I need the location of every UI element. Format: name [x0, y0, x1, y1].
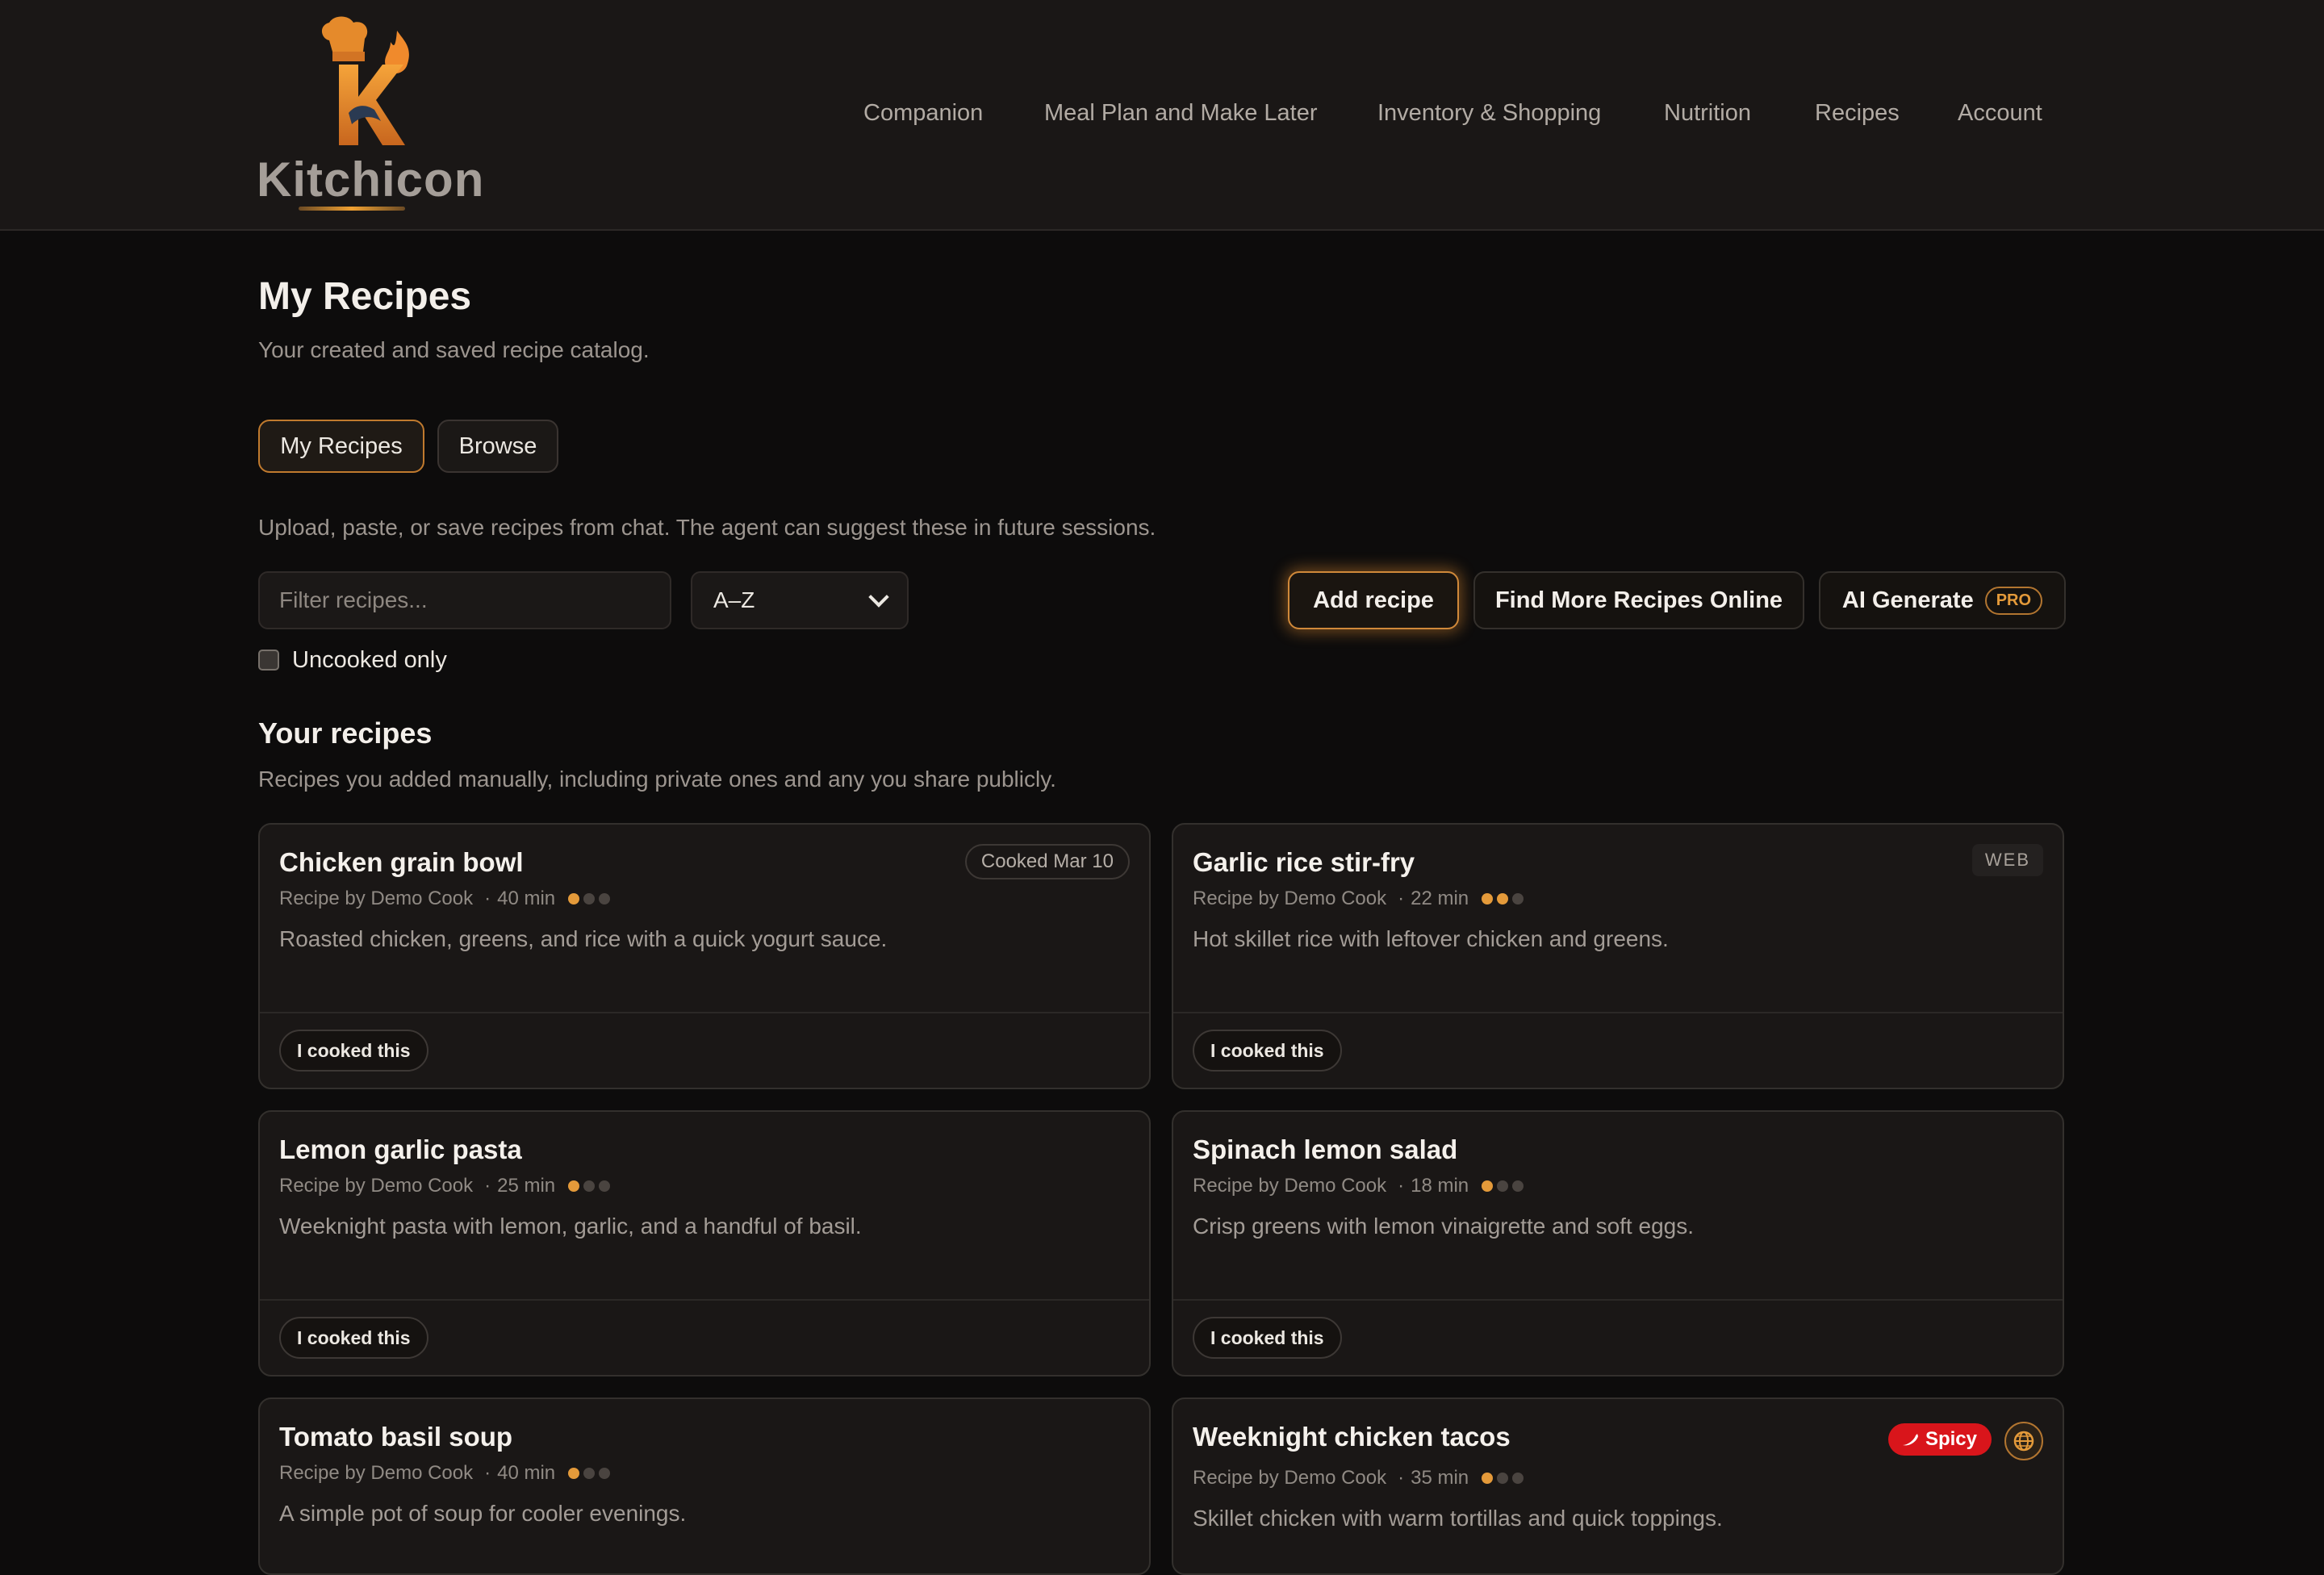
- top-header: Kitchicon Companion Meal Plan and Make L…: [0, 0, 2324, 231]
- recipe-card[interactable]: Chicken grain bowl Cooked Mar 10 Recipe …: [258, 823, 1151, 1089]
- i-cooked-this-button[interactable]: I cooked this: [1193, 1317, 1342, 1359]
- recipe-description: A simple pot of soup for cooler evenings…: [279, 1501, 687, 1526]
- card-divider: [260, 1299, 1149, 1301]
- i-cooked-this-button[interactable]: I cooked this: [1193, 1030, 1342, 1072]
- recipe-meta: Recipe by Demo Cook · 40 min: [279, 1462, 614, 1485]
- difficulty-indicator: [1482, 1473, 1528, 1484]
- spicy-badge-label: Spicy: [1925, 1428, 1977, 1450]
- recipe-time: 25 min: [497, 1175, 556, 1197]
- recipe-time: 40 min: [497, 888, 556, 909]
- web-source-badge: WEB: [1971, 844, 2043, 876]
- recipe-time: 40 min: [497, 1462, 556, 1484]
- i-cooked-this-button[interactable]: I cooked this: [279, 1317, 428, 1359]
- chili-pepper-icon: [1902, 1434, 1918, 1446]
- find-recipes-online-button[interactable]: Find More Recipes Online: [1473, 571, 1804, 629]
- recipe-card[interactable]: Spinach lemon salad Recipe by Demo Cook …: [1172, 1110, 2064, 1377]
- main-content: My Recipes Your created and saved recipe…: [258, 231, 2066, 1575]
- recipe-title: Lemon garlic pasta: [279, 1134, 522, 1164]
- tab-browse[interactable]: Browse: [437, 420, 558, 473]
- filter-recipes-input[interactable]: [258, 571, 671, 629]
- recipe-title: Tomato basil soup: [279, 1422, 513, 1452]
- sort-select[interactable]: A–Z: [691, 571, 909, 629]
- uncooked-only-checkbox[interactable]: [258, 650, 279, 671]
- recipe-author: Recipe by Demo Cook: [279, 1175, 474, 1197]
- difficulty-indicator: [1482, 1180, 1528, 1192]
- nav-companion[interactable]: Companion: [863, 100, 983, 127]
- uncooked-only-toggle[interactable]: Uncooked only: [258, 644, 447, 676]
- main-nav: Companion Meal Plan and Make Later Inven…: [0, 100, 2324, 132]
- recipe-title: Weeknight chicken tacos: [1193, 1422, 1511, 1452]
- difficulty-indicator: [1482, 893, 1528, 904]
- ai-generate-label: AI Generate: [1841, 587, 1974, 613]
- difficulty-indicator: [568, 1468, 614, 1479]
- page-title: My Recipes: [258, 275, 472, 318]
- recipe-title: Spinach lemon salad: [1193, 1134, 1458, 1164]
- card-divider: [260, 1012, 1149, 1013]
- recipe-time: 35 min: [1411, 1467, 1469, 1489]
- nav-nutrition[interactable]: Nutrition: [1664, 100, 1751, 127]
- upload-hint: Upload, paste, or save recipes from chat…: [258, 515, 1156, 540]
- recipe-card[interactable]: Tomato basil soup Recipe by Demo Cook · …: [258, 1397, 1151, 1575]
- recipe-description: Hot skillet rice with leftover chicken a…: [1193, 926, 1669, 951]
- brand-name: Kitchicon: [257, 152, 485, 207]
- world-cuisine-badge: [2004, 1422, 2043, 1460]
- recipe-meta: Recipe by Demo Cook · 35 min: [1193, 1467, 1528, 1489]
- brand-underline: [299, 207, 405, 211]
- recipe-time: 22 min: [1411, 888, 1469, 909]
- recipe-description: Roasted chicken, greens, and rice with a…: [279, 926, 888, 951]
- page-subtitle: Your created and saved recipe catalog.: [258, 337, 650, 362]
- chef-k-logo-icon: [321, 16, 409, 145]
- nav-meal-plan[interactable]: Meal Plan and Make Later: [1044, 100, 1318, 127]
- cooked-date-badge: Cooked Mar 10: [964, 844, 1130, 879]
- recipe-meta: Recipe by Demo Cook · 22 min: [1193, 888, 1528, 910]
- difficulty-indicator: [568, 893, 614, 904]
- recipe-description: Weeknight pasta with lemon, garlic, and …: [279, 1214, 862, 1239]
- chevron-down-icon: [868, 587, 889, 608]
- ai-generate-button[interactable]: AI Generate PRO: [1819, 571, 2066, 629]
- recipe-author: Recipe by Demo Cook: [1193, 1175, 1387, 1197]
- i-cooked-this-button[interactable]: I cooked this: [279, 1030, 428, 1072]
- card-divider: [1173, 1299, 2063, 1301]
- recipe-meta: Recipe by Demo Cook · 18 min: [1193, 1175, 1528, 1197]
- tab-my-recipes[interactable]: My Recipes: [258, 420, 424, 473]
- card-divider: [1173, 1012, 2063, 1013]
- add-recipe-button[interactable]: Add recipe: [1288, 571, 1459, 629]
- recipe-card[interactable]: Lemon garlic pasta Recipe by Demo Cook ·…: [258, 1110, 1151, 1377]
- recipe-card[interactable]: Weeknight chicken tacos Spicy Recipe by …: [1172, 1397, 2064, 1575]
- recipe-meta: Recipe by Demo Cook · 40 min: [279, 888, 614, 910]
- recipe-description: Crisp greens with lemon vinaigrette and …: [1193, 1214, 1694, 1239]
- recipe-title: Garlic rice stir-fry: [1193, 847, 1415, 877]
- recipe-author: Recipe by Demo Cook: [279, 888, 474, 909]
- spicy-badge: Spicy: [1887, 1423, 1992, 1456]
- recipe-author: Recipe by Demo Cook: [1193, 1467, 1387, 1489]
- recipe-author: Recipe by Demo Cook: [1193, 888, 1387, 909]
- recipe-card[interactable]: Garlic rice stir-fry WEB Recipe by Demo …: [1172, 823, 2064, 1089]
- recipe-title: Chicken grain bowl: [279, 847, 524, 877]
- recipe-meta: Recipe by Demo Cook · 25 min: [279, 1175, 614, 1197]
- difficulty-indicator: [568, 1180, 614, 1192]
- sort-select-value: A–Z: [713, 587, 755, 612]
- pro-badge: PRO: [1984, 586, 2043, 615]
- globe-icon: [2013, 1431, 2034, 1452]
- section-title: Your recipes: [258, 716, 433, 750]
- recipe-author: Recipe by Demo Cook: [279, 1462, 474, 1484]
- recipe-time: 18 min: [1411, 1175, 1469, 1197]
- nav-account[interactable]: Account: [1958, 100, 2042, 127]
- nav-inventory-shopping[interactable]: Inventory & Shopping: [1377, 100, 1601, 127]
- nav-recipes[interactable]: Recipes: [1815, 100, 1900, 127]
- uncooked-only-label: Uncooked only: [292, 646, 447, 673]
- recipe-description: Skillet chicken with warm tortillas and …: [1193, 1506, 1723, 1531]
- section-subtitle: Recipes you added manually, including pr…: [258, 767, 1056, 792]
